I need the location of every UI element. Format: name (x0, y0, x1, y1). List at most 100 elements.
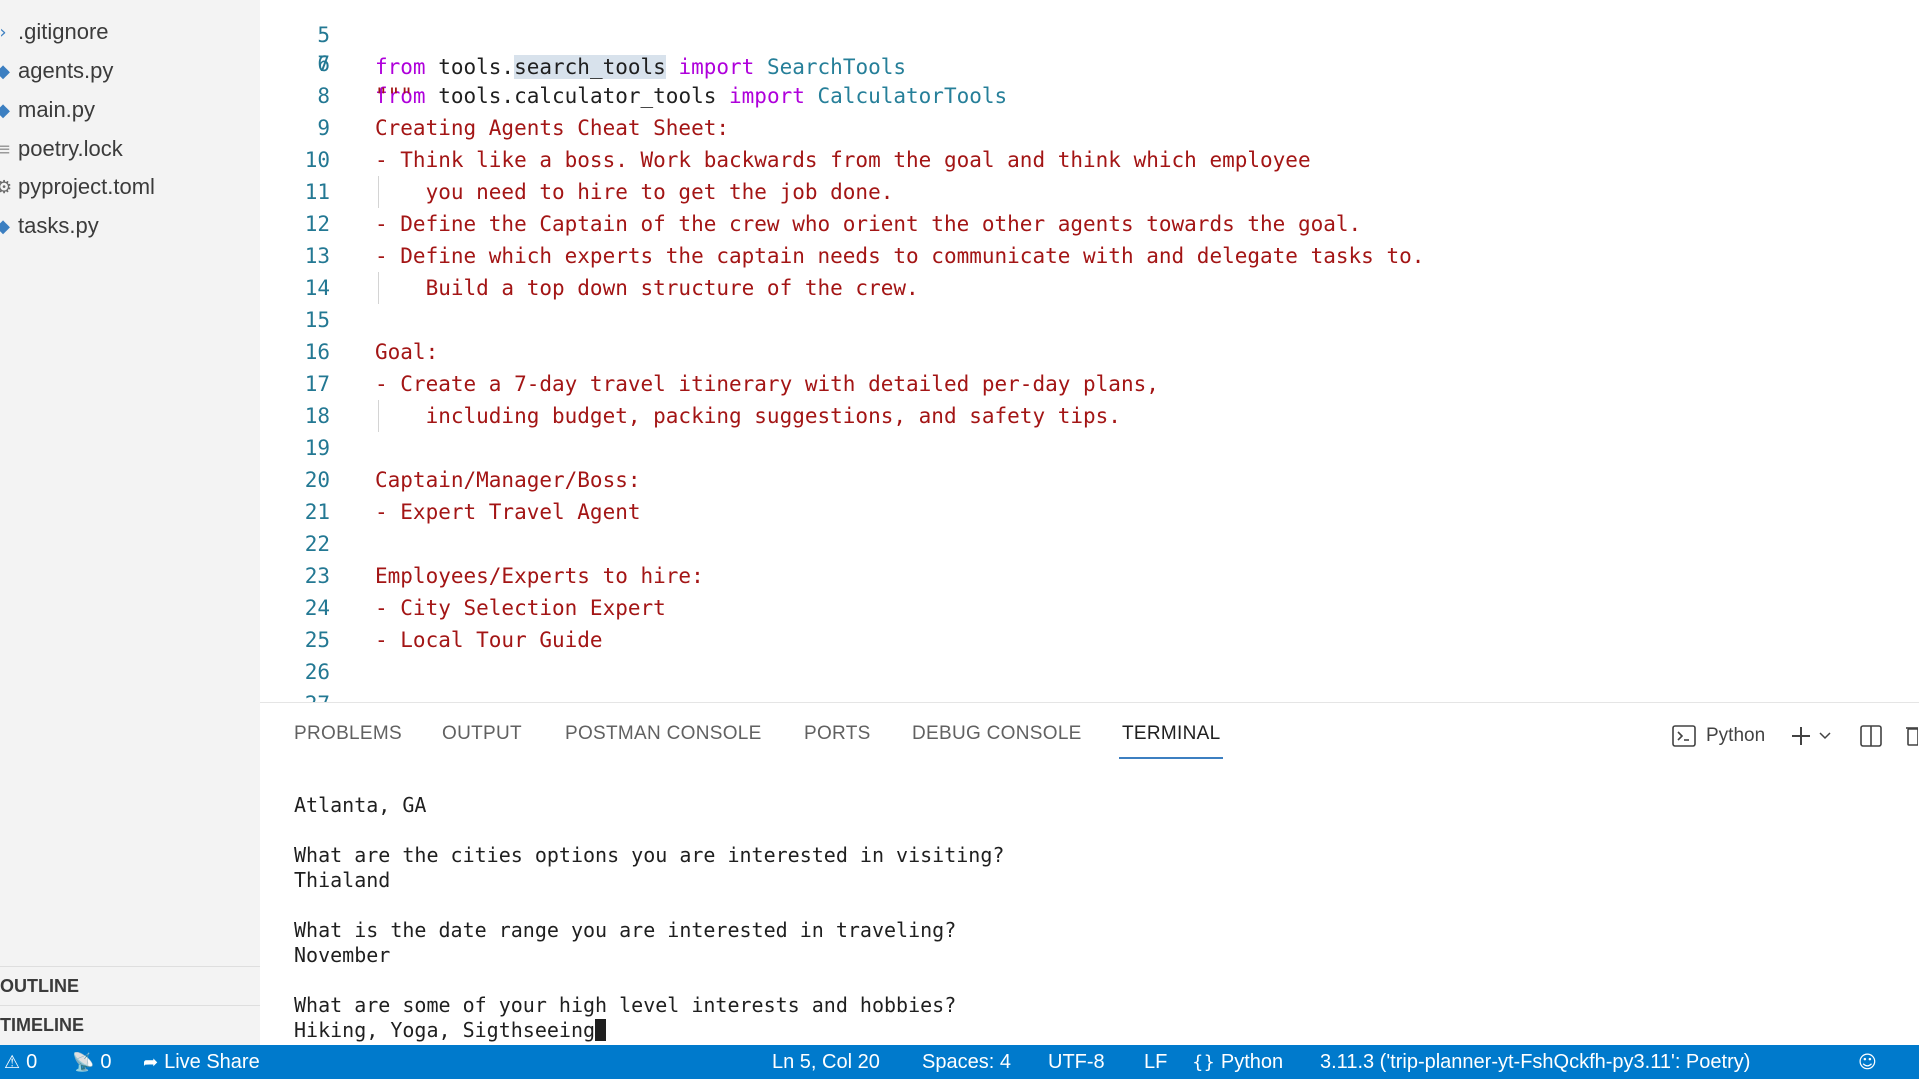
code-line: 18 including budget, packing suggestions… (260, 400, 1919, 432)
code-line: 10 - Think like a boss. Work backwards fr… (260, 144, 1919, 176)
line-number: 15 (304, 308, 330, 332)
file-agents-py[interactable]: ◆ agents.py (0, 53, 260, 89)
line-number: 11 (304, 180, 330, 204)
tab-terminal[interactable]: TERMINAL (1118, 723, 1224, 761)
split-icon (1860, 725, 1882, 747)
ports-count: 0 (100, 1050, 112, 1073)
line-number: 21 (304, 500, 330, 524)
ports-status[interactable]: 📡 0 (72, 1045, 112, 1079)
python-file-icon: ◆ (0, 99, 10, 121)
terminal-profile-label: Python (1706, 725, 1766, 746)
code-line: 13 - Define which experts the captain nee… (260, 240, 1919, 272)
line-code: Employees/Experts to hire: (375, 564, 704, 588)
file-poetry-lock[interactable]: ≡ poetry.lock (0, 131, 260, 167)
gear-file-icon: ⚙ (0, 176, 13, 198)
trash-button[interactable] (1906, 719, 1918, 753)
timeline-label: TIMELINE (0, 1014, 84, 1035)
line-number: 10 (304, 148, 330, 172)
chevron-down-icon (1819, 732, 1831, 740)
line-code: Goal: (375, 340, 439, 364)
interpreter-status[interactable]: 3.11.3 ('trip-planner-yt-FshQckfh-py3.11… (1320, 1045, 1750, 1079)
line-number: 17 (304, 372, 330, 396)
file-main-py[interactable]: ◆ main.py (0, 92, 260, 128)
line-number: 7 (317, 52, 330, 76)
cursor-position[interactable]: Ln 5, Col 20 (772, 1045, 880, 1079)
tab-ports[interactable]: PORTS (804, 723, 871, 761)
line-code: - Define which experts the captain needs… (375, 244, 1425, 268)
tab-output[interactable]: OUTPUT (442, 723, 522, 761)
explorer-sidebar: › .gitignore ◆ agents.py ◆ main.py ≡ poe… (0, 0, 260, 1045)
outline-section[interactable]: OUTLINE (0, 966, 260, 1005)
tab-problems[interactable]: PROBLEMS (294, 723, 402, 761)
file-label: pyproject.toml (18, 174, 155, 199)
plus-icon (1792, 727, 1810, 745)
code-line: 12 - Define the Captain of the crew who o… (260, 208, 1919, 240)
code-editor[interactable]: 5 from tools.search_tools import SearchT… (260, 0, 1919, 702)
line-code: - Expert Travel Agent (375, 500, 641, 524)
file-tasks-py[interactable]: ◆ tasks.py (0, 208, 260, 244)
terminal-line: Thialand (294, 868, 391, 892)
tab-debug-console[interactable]: DEBUG CONSOLE (912, 723, 1082, 761)
terminal-profile-button[interactable]: Python (1672, 719, 1765, 753)
terminal-icon (1672, 725, 1696, 747)
line-number: 8 (317, 84, 330, 108)
line-number: 25 (304, 628, 330, 652)
line-number: 9 (317, 116, 330, 140)
line-number: 23 (304, 564, 330, 588)
code-line: 9 Creating Agents Cheat Sheet: (260, 112, 1919, 144)
line-number: 13 (304, 244, 330, 268)
line-number: 19 (304, 436, 330, 460)
file-pyproject-toml[interactable]: ⚙ pyproject.toml (0, 169, 260, 205)
copilot-icon: ☺ (1858, 1051, 1877, 1073)
code-line: 23 Employees/Experts to hire: (260, 560, 1919, 592)
line-code: Captain/Manager/Boss: (375, 468, 641, 492)
line-code: - Define the Captain of the crew who ori… (375, 212, 1362, 236)
code-line: 7 (260, 48, 1919, 80)
problems-status[interactable]: ⚠ 0 (4, 1045, 37, 1079)
code-line: 14 Build a top down structure of the cre… (260, 272, 1919, 304)
file-label: .gitignore (18, 19, 109, 44)
file-gitignore[interactable]: › .gitignore (0, 14, 260, 50)
braces-icon: {} (1192, 1051, 1215, 1073)
copilot-button[interactable]: ☺ (1858, 1045, 1883, 1079)
line-code: - City Selection Expert (375, 596, 666, 620)
warning-icon: ⚠ (4, 1051, 21, 1073)
line-number: 16 (304, 340, 330, 364)
live-share-icon: ➦ (143, 1051, 159, 1073)
line-code: Creating Agents Cheat Sheet: (375, 116, 730, 140)
language-mode[interactable]: {} Python (1192, 1045, 1283, 1079)
terminal-input-line[interactable]: Hiking, Yoga, Sigthseeing (294, 1018, 607, 1043)
line-code: """ (375, 84, 413, 108)
encoding-status[interactable]: UTF-8 (1048, 1045, 1105, 1079)
terminal-line: What is the date range you are intereste… (294, 918, 957, 942)
code-line: 8 """ (260, 80, 1919, 112)
lock-file-icon: ≡ (0, 138, 12, 160)
terminal-line: What are the cities options you are inte… (294, 843, 1005, 867)
status-bar: ⚠ 0 📡 0 ➦ Live Share Ln 5, Col 20 Spaces… (0, 1045, 1919, 1079)
terminal-line: Atlanta, GA (294, 793, 427, 817)
live-share-button[interactable]: ➦ Live Share (143, 1045, 260, 1079)
line-code: - Think like a boss. Work backwards from… (375, 148, 1311, 172)
file-label: main.py (18, 97, 96, 122)
code-line: 21 - Expert Travel Agent (260, 496, 1919, 528)
code-line: 16 Goal: (260, 336, 1919, 368)
line-number: 26 (304, 660, 330, 684)
line-number: 27 (270, 688, 330, 702)
line-code: - Create a 7-day travel itinerary with d… (375, 372, 1159, 396)
line-number: 12 (304, 212, 330, 236)
code-line: 19 (260, 432, 1919, 464)
code-line: 11 you need to hire to get the job done. (260, 176, 1919, 208)
split-terminal-button[interactable] (1860, 719, 1882, 753)
tab-postman-console[interactable]: POSTMAN CONSOLE (565, 723, 762, 761)
live-share-label: Live Share (164, 1050, 260, 1073)
line-code: including budget, packing suggestions, a… (375, 404, 1121, 428)
new-terminal-button[interactable] (1790, 719, 1832, 753)
line-code: Build a top down structure of the crew. (375, 276, 919, 300)
line-number: 20 (304, 468, 330, 492)
timeline-section[interactable]: TIMELINE (0, 1005, 260, 1044)
code-line: 17 - Create a 7-day travel itinerary with… (260, 368, 1919, 400)
indentation-status[interactable]: Spaces: 4 (922, 1045, 1011, 1079)
eol-status[interactable]: LF (1144, 1045, 1167, 1079)
code-line: 24 - City Selection Expert (260, 592, 1919, 624)
outline-label: OUTLINE (0, 975, 79, 996)
